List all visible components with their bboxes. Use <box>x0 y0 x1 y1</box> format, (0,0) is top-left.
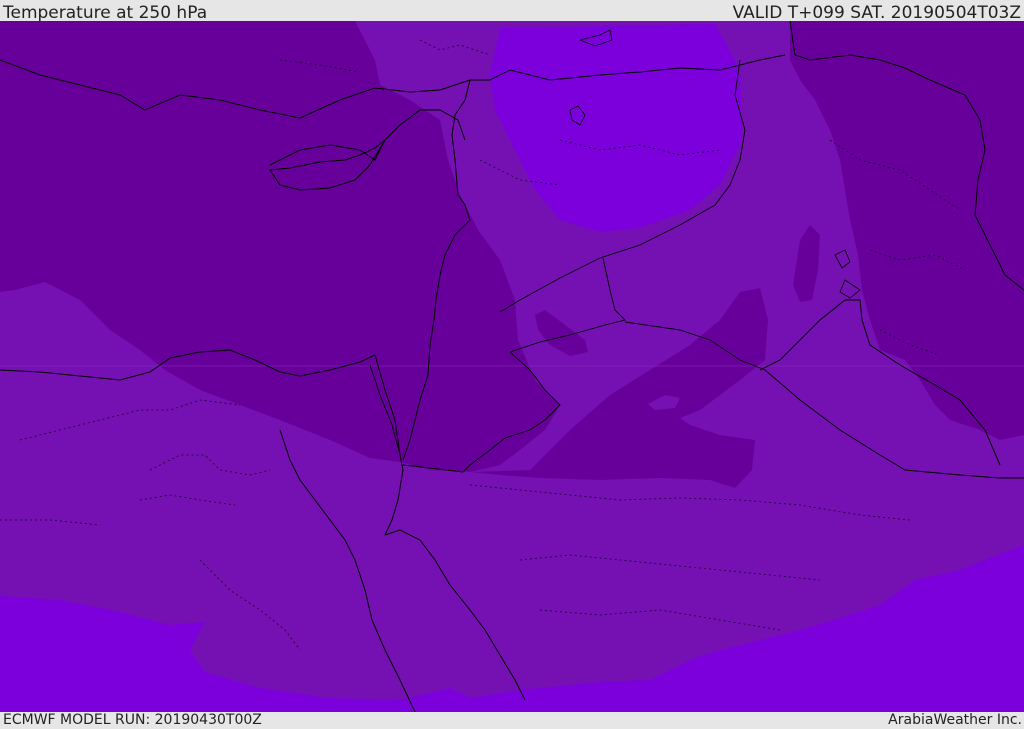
temperature-map <box>0 21 1024 712</box>
footer-bar: ECMWF MODEL RUN: 20190430T00Z ArabiaWeat… <box>0 712 1024 729</box>
header-bar: Temperature at 250 hPa VALID T+099 SAT. … <box>0 0 1024 23</box>
map-title: Temperature at 250 hPa <box>3 3 208 23</box>
model-run: ECMWF MODEL RUN: 20190430T00Z <box>3 712 262 728</box>
valid-time: VALID T+099 SAT. 20190504T03Z <box>732 3 1021 23</box>
credit: ArabiaWeather Inc. <box>888 712 1022 728</box>
